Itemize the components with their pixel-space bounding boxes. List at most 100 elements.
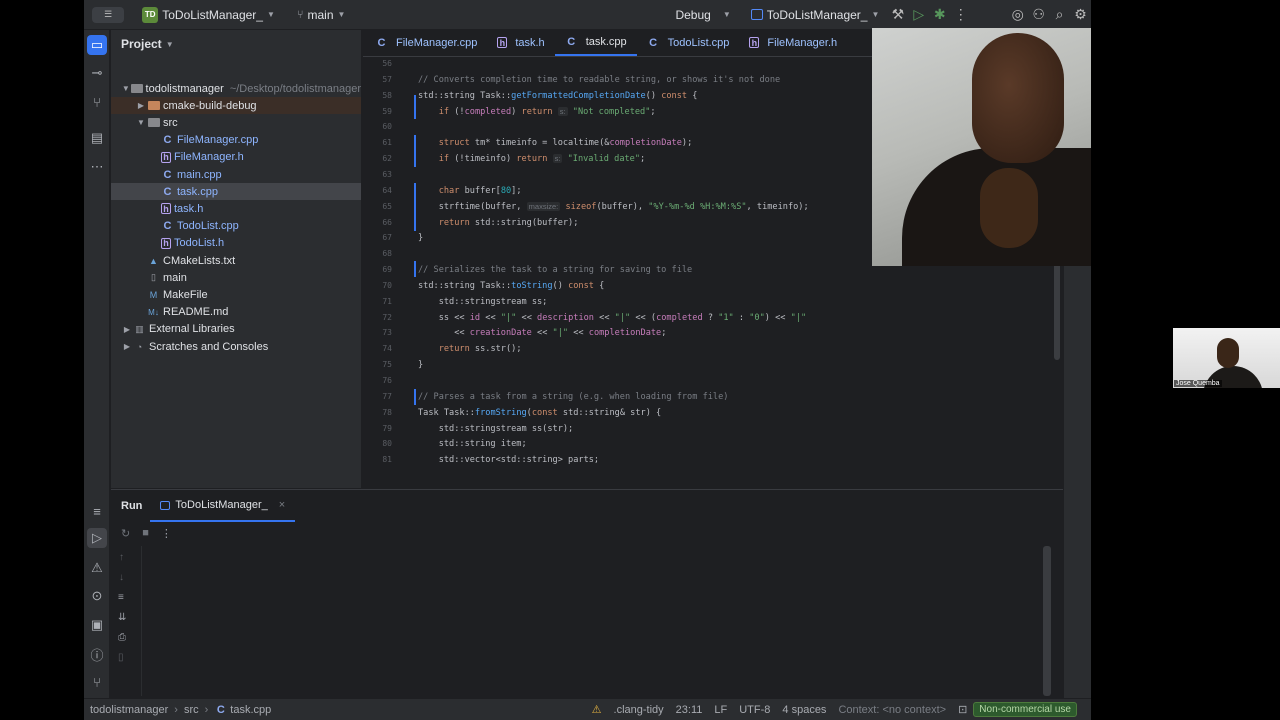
- branch-switcher[interactable]: ⑂ main ▼: [297, 8, 346, 22]
- git-icon[interactable]: ⑂: [87, 672, 107, 692]
- ide-window: ☰ TD ToDoListManager_ ▼ ⑂ main ▼ Debug ▼…: [84, 0, 1091, 720]
- project-panel-header[interactable]: Project ▼: [111, 30, 361, 58]
- run-icon[interactable]: ▷: [908, 2, 929, 28]
- context-selector[interactable]: Context: <no context>: [832, 704, 952, 716]
- code-line: std::string Task::getFormattedCompletion…: [418, 90, 698, 101]
- editor-tab[interactable]: C FileManager.cpp: [365, 29, 487, 56]
- tree-item-label: TodoList.cpp: [177, 220, 239, 233]
- settings-gear-icon[interactable]: ⚙: [1070, 2, 1091, 28]
- chevron-down-icon[interactable]: ▼: [121, 84, 131, 93]
- run-tab[interactable]: ToDoListManager_ ×: [150, 490, 296, 522]
- more-tools-icon[interactable]: ⋯: [87, 157, 107, 177]
- tree-item[interactable]: Ctask.cpp: [111, 183, 361, 201]
- run-window-icon[interactable]: ▷: [87, 528, 107, 548]
- line-number: 74: [382, 344, 392, 354]
- rerun-icon[interactable]: ↻: [121, 527, 130, 540]
- indent-setting[interactable]: 4 spaces: [776, 704, 832, 716]
- line-number: 59: [382, 106, 392, 116]
- code-line: if (!timeinfo) return s: "Invalid date";: [438, 154, 646, 165]
- stop-icon[interactable]: ■: [142, 527, 149, 539]
- tree-item-label: task.h: [174, 202, 204, 215]
- code-line: std::string Task::toString() const {: [418, 280, 605, 291]
- chevron-right-icon[interactable]: ▶: [121, 342, 133, 351]
- problems-icon[interactable]: ⚠: [87, 558, 107, 578]
- file-encoding[interactable]: UTF-8: [733, 704, 776, 716]
- terminal-icon[interactable]: ▣: [87, 615, 107, 635]
- editor-tab[interactable]: h FileManager.h: [739, 29, 847, 56]
- folder-icon: [147, 100, 160, 112]
- run-tool-icon[interactable]: ≡: [87, 501, 107, 521]
- structure-icon[interactable]: ▤: [87, 128, 107, 148]
- linter-status[interactable]: .clang-tidy: [608, 704, 670, 716]
- run-config-icon: [160, 500, 171, 510]
- editor-tab[interactable]: Ctask.cpp: [554, 29, 637, 56]
- tree-item[interactable]: ▼ src: [111, 114, 361, 131]
- tree-item[interactable]: ▶ cmake-build-debug: [111, 97, 361, 115]
- code-line: // Parses a task from a string (e.g. whe…: [418, 391, 729, 402]
- breadcrumb-item[interactable]: src: [184, 704, 199, 716]
- line-number: 67: [382, 233, 392, 243]
- cursor-position[interactable]: 23:11: [670, 704, 709, 716]
- editor-scrollbar[interactable]: [1054, 262, 1060, 360]
- debug-icon[interactable]: ✱: [929, 2, 950, 28]
- tree-item[interactable]: ▶ ◔ Scratches and Consoles: [111, 338, 361, 355]
- console-scrollbar[interactable]: [1043, 546, 1051, 696]
- console-output[interactable]: [141, 546, 1051, 696]
- tree-item[interactable]: h FileManager.h: [111, 149, 361, 166]
- chevron-down-icon[interactable]: ▼: [135, 118, 147, 127]
- tree-item[interactable]: ▼ todolistmanager ~/Desktop/todolistmanage…: [111, 80, 361, 97]
- info-icon[interactable]: ⓘ: [87, 644, 107, 664]
- tree-item[interactable]: C TodoList.cpp: [111, 218, 361, 235]
- editor-tab-label: TodoList.cpp: [667, 36, 730, 49]
- scroll-down-icon[interactable]: ↓: [119, 572, 124, 583]
- run-side-toolbar: ↑ ↓ ≡ ⇊ ⎙ ▯: [111, 546, 137, 696]
- lock-icon[interactable]: ⊡: [952, 703, 973, 716]
- tree-item[interactable]: h task.h: [111, 200, 361, 217]
- run-panel-title: Run: [121, 500, 143, 512]
- line-number: 73: [382, 328, 392, 338]
- clear-console-icon[interactable]: ▯: [118, 652, 124, 663]
- main-menu-icon[interactable]: ☰: [92, 6, 125, 23]
- project-switcher[interactable]: TD ToDoListManager_ ▼: [142, 6, 275, 23]
- search-icon[interactable]: ⌕: [1049, 2, 1070, 28]
- tree-item[interactable]: ▯ main: [111, 269, 361, 286]
- chevron-right-icon[interactable]: ▶: [121, 325, 133, 334]
- tree-item[interactable]: ▲ CMakeLists.txt: [111, 252, 361, 269]
- build-config-selector[interactable]: Debug ▼: [675, 8, 730, 22]
- chevron-right-icon[interactable]: ▶: [135, 101, 147, 110]
- warning-icon[interactable]: ⚠: [586, 703, 608, 716]
- tree-item[interactable]: M MakeFile: [111, 286, 361, 303]
- more-options-icon[interactable]: ⋮: [161, 527, 172, 540]
- print-icon[interactable]: ⎙: [118, 632, 126, 643]
- tree-item[interactable]: h TodoList.h: [111, 235, 361, 252]
- license-badge[interactable]: Non-commercial use: [973, 702, 1077, 717]
- soft-wrap-icon[interactable]: ≡: [118, 592, 124, 603]
- line-ending[interactable]: LF: [708, 704, 733, 716]
- line-number: 75: [382, 360, 392, 370]
- breadcrumb-item[interactable]: todolistmanager: [90, 704, 168, 716]
- run-config-selector[interactable]: ToDoListManager_ ▼: [750, 8, 879, 22]
- participant-tile[interactable]: Jose Quemba: [1173, 328, 1280, 388]
- services-icon[interactable]: ⊙: [87, 586, 107, 606]
- project-folder-icon[interactable]: ▭: [87, 35, 107, 55]
- line-number: 81: [382, 455, 392, 465]
- build-hammer-icon[interactable]: ⚒: [887, 2, 908, 28]
- add-user-icon[interactable]: ⚇: [1028, 2, 1049, 28]
- commit-icon[interactable]: ⊸: [87, 63, 107, 83]
- tree-item[interactable]: M↓ README.md: [111, 304, 361, 321]
- tree-item[interactable]: C FileManager.cpp: [111, 132, 361, 149]
- more-actions-icon[interactable]: ⋮: [950, 2, 971, 28]
- code-line: ss << id << "|" << description << "|" <<…: [418, 312, 807, 323]
- editor-tab[interactable]: h task.h: [487, 29, 554, 56]
- pull-requests-icon[interactable]: ⑂: [87, 92, 107, 112]
- editor-tab[interactable]: C TodoList.cpp: [637, 29, 740, 56]
- close-icon[interactable]: ×: [279, 499, 285, 511]
- scroll-to-end-icon[interactable]: ⇊: [118, 612, 126, 623]
- breadcrumb-separator: ›: [174, 703, 178, 716]
- scroll-up-icon[interactable]: ↑: [119, 552, 124, 563]
- tree-item[interactable]: ▶ ▥ External Libraries: [111, 321, 361, 338]
- line-number: 62: [382, 154, 392, 164]
- ai-assistant-icon[interactable]: ◎: [1007, 2, 1028, 28]
- breadcrumb-item[interactable]: task.cpp: [230, 704, 271, 716]
- tree-item[interactable]: Cmain.cpp: [111, 166, 361, 183]
